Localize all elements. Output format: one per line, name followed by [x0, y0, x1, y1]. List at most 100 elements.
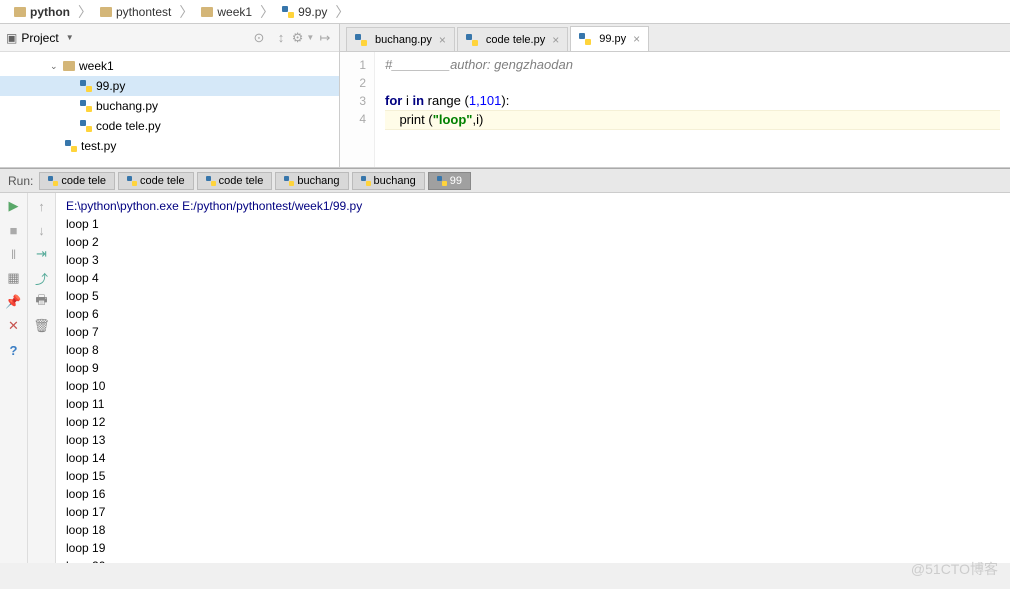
- dropdown-icon[interactable]: ▼: [66, 33, 74, 42]
- chevron-right-icon: 〉: [258, 2, 276, 22]
- pin-button[interactable]: 📌: [5, 293, 23, 311]
- sidebar-header: ▣ Project ▼ ⊙ ↕ ⚙▼ ↦: [0, 24, 339, 52]
- close-button[interactable]: ✕: [5, 317, 23, 335]
- python-file-icon: [80, 120, 92, 132]
- code-editor[interactable]: 1 2 3 4 #________author: gengzhaodan for…: [340, 52, 1010, 167]
- rerun-button[interactable]: ▶: [5, 197, 23, 215]
- console-line: loop 14: [66, 449, 1000, 467]
- console-line: loop 7: [66, 323, 1000, 341]
- console-line: loop 10: [66, 377, 1000, 395]
- python-file-icon: [579, 33, 591, 45]
- tab-codetele[interactable]: code tele.py×: [457, 27, 568, 51]
- console-line: loop 9: [66, 359, 1000, 377]
- project-sidebar: ▣ Project ▼ ⊙ ↕ ⚙▼ ↦ ⌄week1 99.py buchan…: [0, 24, 340, 167]
- python-icon: [206, 176, 216, 186]
- editor-tabs: buchang.py× code tele.py× 99.py×: [340, 24, 1010, 52]
- run-panel: Run: code tele code tele code tele bucha…: [0, 168, 1010, 563]
- hide-icon[interactable]: ↦: [317, 30, 333, 46]
- run-toolbar-primary: ▶ ■ ‖ ▦ 📌 ✕ ?: [0, 193, 28, 563]
- code-content[interactable]: #________author: gengzhaodan for i in ra…: [375, 52, 1010, 167]
- console-line: loop 20: [66, 557, 1000, 563]
- sidebar-title: Project: [21, 31, 58, 45]
- python-file-icon: [355, 34, 367, 46]
- console-line: loop 12: [66, 413, 1000, 431]
- tab-99[interactable]: 99.py×: [570, 26, 649, 51]
- breadcrumb-item-2[interactable]: week1: [195, 5, 258, 19]
- run-label: Run:: [8, 174, 33, 188]
- up-button[interactable]: ↑: [33, 197, 51, 215]
- console-line: loop 19: [66, 539, 1000, 557]
- breadcrumb-item-0[interactable]: python: [8, 5, 76, 19]
- console-command: E:\python\python.exe E:/python/pythontes…: [66, 197, 1000, 215]
- console-line: loop 2: [66, 233, 1000, 251]
- tree-file-99[interactable]: 99.py: [0, 76, 339, 96]
- console-line: loop 15: [66, 467, 1000, 485]
- python-icon: [127, 176, 137, 186]
- console-line: loop 5: [66, 287, 1000, 305]
- run-tab-0[interactable]: code tele: [39, 172, 115, 190]
- tree-file-test[interactable]: test.py: [0, 136, 339, 156]
- pause-button[interactable]: ‖: [5, 245, 23, 263]
- console-line: loop 13: [66, 431, 1000, 449]
- gutter: 1 2 3 4: [340, 52, 375, 167]
- python-file-icon: [282, 6, 294, 18]
- trash-button[interactable]: 🗑: [33, 317, 51, 335]
- editor-area: buchang.py× code tele.py× 99.py× 1 2 3 4…: [340, 24, 1010, 167]
- console-output[interactable]: E:\python\python.exe E:/python/pythontes…: [56, 193, 1010, 563]
- tree-folder-week1[interactable]: ⌄week1: [0, 56, 339, 76]
- console-line: loop 6: [66, 305, 1000, 323]
- chevron-right-icon: 〉: [333, 2, 351, 22]
- export-button[interactable]: ⤴: [33, 269, 51, 287]
- console-line: loop 16: [66, 485, 1000, 503]
- down-button[interactable]: ↓: [33, 221, 51, 239]
- console-line: loop 17: [66, 503, 1000, 521]
- folder-icon: [100, 7, 112, 17]
- breadcrumb-item-3[interactable]: 99.py: [276, 5, 333, 19]
- project-tree: ⌄week1 99.py buchang.py code tele.py tes…: [0, 52, 339, 160]
- console-line: loop 1: [66, 215, 1000, 233]
- python-icon: [437, 176, 447, 186]
- python-file-icon: [80, 100, 92, 112]
- run-panel-header: Run: code tele code tele code tele bucha…: [0, 169, 1010, 193]
- close-icon[interactable]: ×: [436, 33, 446, 47]
- run-tab-4[interactable]: buchang: [352, 172, 425, 190]
- chevron-right-icon: 〉: [177, 2, 195, 22]
- tab-buchang[interactable]: buchang.py×: [346, 27, 455, 51]
- run-tab-3[interactable]: buchang: [275, 172, 348, 190]
- close-icon[interactable]: ×: [549, 33, 559, 47]
- python-file-icon: [65, 140, 77, 152]
- breadcrumb: python 〉 pythontest 〉 week1 〉 99.py 〉: [0, 0, 1010, 24]
- folder-icon: [14, 7, 26, 17]
- collapse-icon[interactable]: ↕: [273, 30, 289, 46]
- run-tab-2[interactable]: code tele: [197, 172, 273, 190]
- folder-icon: [63, 61, 75, 71]
- close-icon[interactable]: ×: [630, 32, 640, 46]
- chevron-right-icon: 〉: [76, 2, 94, 22]
- chevron-down-icon: ⌄: [50, 61, 60, 72]
- breadcrumb-item-1[interactable]: pythontest: [94, 5, 177, 19]
- python-file-icon: [80, 80, 92, 92]
- console-line: loop 11: [66, 395, 1000, 413]
- tree-file-codetele[interactable]: code tele.py: [0, 116, 339, 136]
- folder-icon: [201, 7, 213, 17]
- console-line: loop 18: [66, 521, 1000, 539]
- console-line: loop 4: [66, 269, 1000, 287]
- gear-icon[interactable]: ⚙▼: [295, 30, 311, 46]
- run-toolbar-secondary: ↑ ↓ ⇥ ⤴ 🖶 🗑: [28, 193, 56, 563]
- wrap-button[interactable]: ⇥: [33, 245, 51, 263]
- tree-file-buchang[interactable]: buchang.py: [0, 96, 339, 116]
- help-button[interactable]: ?: [5, 341, 23, 359]
- python-icon: [361, 176, 371, 186]
- project-view-icon: ▣: [6, 31, 17, 45]
- layout-button[interactable]: ▦: [5, 269, 23, 287]
- python-icon: [284, 176, 294, 186]
- python-icon: [48, 176, 58, 186]
- watermark: @51CTO博客: [911, 559, 998, 579]
- run-tab-5[interactable]: 99: [428, 172, 471, 190]
- print-button[interactable]: 🖶: [33, 293, 51, 311]
- run-tab-1[interactable]: code tele: [118, 172, 194, 190]
- target-icon[interactable]: ⊙: [251, 30, 267, 46]
- python-file-icon: [466, 34, 478, 46]
- stop-button[interactable]: ■: [5, 221, 23, 239]
- console-line: loop 8: [66, 341, 1000, 359]
